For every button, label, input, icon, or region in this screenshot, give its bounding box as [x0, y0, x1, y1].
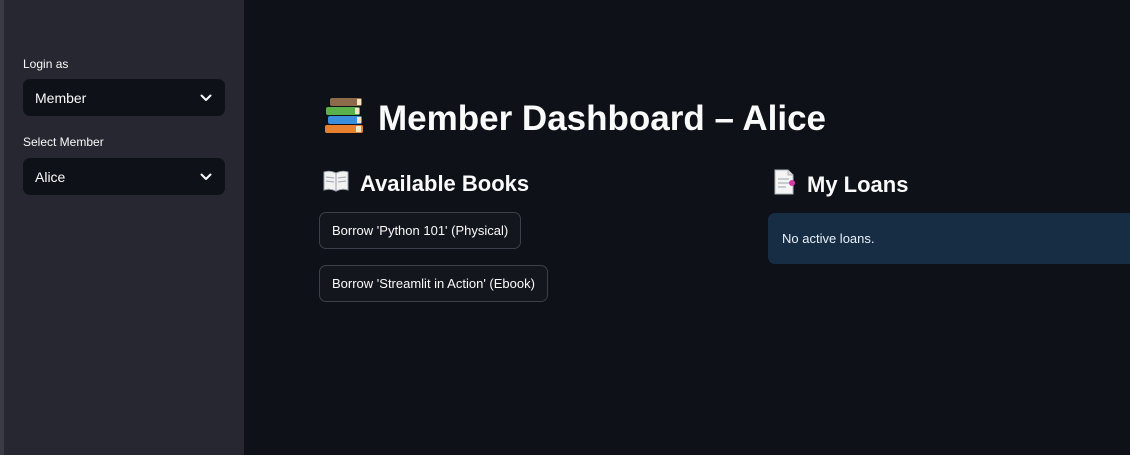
- available-books-heading-text: Available Books: [360, 171, 530, 196]
- borrow-python-101-button[interactable]: Borrow 'Python 101' (Physical): [319, 212, 522, 249]
- select-member-label: Select Member: [23, 135, 104, 149]
- borrow-streamlit-in-action-button[interactable]: Borrow 'Streamlit in Action' (Ebook): [319, 265, 548, 302]
- select-member-select[interactable]: Alice: [23, 158, 225, 195]
- no-loans-info-box: No active loans.: [768, 213, 1130, 264]
- available-books-heading: Available Books: [322, 168, 529, 200]
- page-icon: [771, 168, 797, 202]
- chevron-down-icon: [199, 170, 213, 184]
- page-title: Member Dashboard – Alice: [322, 92, 826, 145]
- app: Login as Member Select Member Alice Memb…: [0, 0, 1130, 455]
- chevron-down-icon: [199, 91, 213, 105]
- books-icon: [322, 92, 366, 145]
- my-loans-heading: My Loans: [771, 168, 908, 202]
- login-as-select[interactable]: Member: [23, 79, 225, 116]
- login-as-label: Login as: [23, 57, 69, 71]
- no-loans-text: No active loans.: [782, 231, 875, 246]
- open-book-icon: [322, 168, 350, 200]
- sidebar: Login as Member Select Member Alice: [0, 0, 244, 455]
- page-title-text: Member Dashboard – Alice: [378, 98, 827, 138]
- my-loans-heading-text: My Loans: [807, 172, 909, 197]
- login-as-value: Member: [35, 89, 87, 106]
- select-member-value: Alice: [35, 168, 66, 185]
- sidebar-edge: [0, 0, 4, 455]
